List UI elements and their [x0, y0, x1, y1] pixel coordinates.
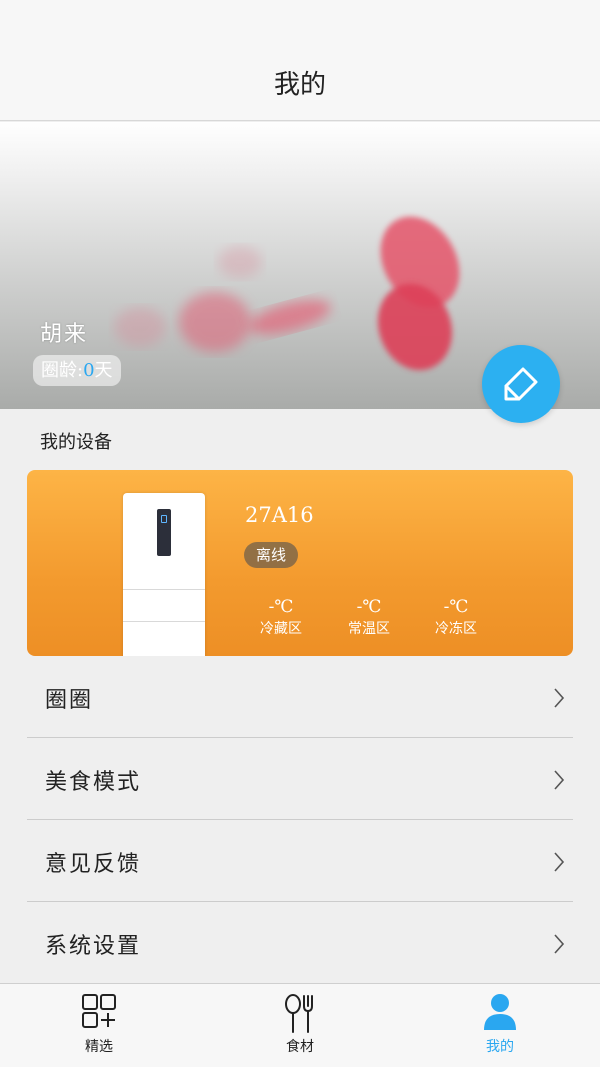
spoon-fork-icon — [285, 994, 313, 1033]
user-name: 胡来 — [40, 322, 89, 347]
age-days: 0 — [83, 360, 95, 381]
zone-frozen: -℃ 冷冻区 — [416, 596, 496, 640]
chevron-right-icon — [554, 770, 565, 790]
menu-item-label: 圈圈 — [45, 688, 94, 713]
fridge-display-panel — [157, 509, 171, 556]
menu-item-food-mode[interactable]: 美食模式 — [27, 738, 573, 820]
menu-item-circles[interactable]: 圈圈 — [27, 656, 573, 738]
menu-item-settings[interactable]: 系统设置 — [27, 902, 573, 984]
menu-item-label: 系统设置 — [45, 934, 142, 959]
device-card[interactable]: 27A16 离线 -℃ 冷藏区 -℃ 常温区 -℃ 冷冻区 — [27, 470, 573, 656]
zone-temp: -℃ — [268, 597, 294, 617]
menu-item-label: 美食模式 — [45, 770, 142, 795]
device-name: 27A16 — [245, 503, 314, 527]
membership-age-badge: 圈龄:0天 — [33, 355, 121, 386]
zone-refrigerated: -℃ 冷藏区 — [241, 596, 321, 640]
tab-label: 我的 — [486, 1039, 514, 1055]
tab-featured[interactable]: 精选 — [39, 984, 159, 1067]
chevron-right-icon — [554, 852, 565, 872]
page-title: 我的 — [273, 70, 326, 100]
edit-profile-button[interactable] — [482, 345, 560, 423]
age-unit: 天 — [94, 360, 113, 381]
fridge-image — [123, 493, 205, 656]
zone-label: 常温区 — [348, 621, 390, 637]
top-bar: 我的 — [0, 0, 600, 121]
zone-room-temp: -℃ 常温区 — [329, 596, 409, 640]
my-devices-title: 我的设备 — [40, 432, 112, 453]
zone-temp: -℃ — [443, 597, 469, 617]
tab-label: 食材 — [286, 1039, 314, 1055]
tab-label: 精选 — [85, 1039, 113, 1055]
device-status-badge: 离线 — [244, 542, 299, 568]
tab-ingredients[interactable]: 食材 — [240, 984, 360, 1067]
menu-item-label: 意见反馈 — [45, 852, 142, 877]
chevron-right-icon — [554, 934, 565, 954]
zone-label: 冷藏区 — [260, 621, 302, 637]
edit-pencil-icon — [504, 367, 538, 401]
tab-mine[interactable]: 我的 — [440, 984, 560, 1067]
bottom-tab-bar: 精选 食材 我的 — [0, 983, 600, 1067]
zone-label: 冷冻区 — [435, 621, 477, 637]
user-icon — [484, 994, 516, 1030]
zone-temp: -℃ — [356, 597, 382, 617]
chevron-right-icon — [554, 688, 565, 708]
grid-plus-icon — [82, 994, 116, 1028]
menu-item-feedback[interactable]: 意见反馈 — [27, 820, 573, 902]
age-label: 圈龄: — [41, 360, 84, 381]
